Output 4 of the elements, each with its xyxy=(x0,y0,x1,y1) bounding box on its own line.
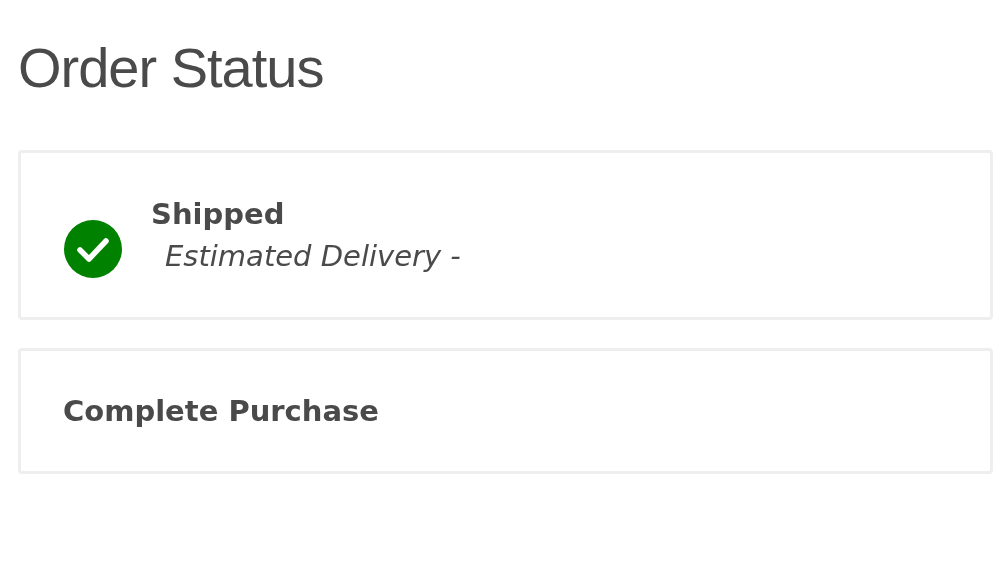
step-label: Complete Purchase xyxy=(63,394,379,428)
page-title: Order Status xyxy=(18,35,325,101)
step-label: Shipped xyxy=(151,197,286,231)
delivery-estimate: Estimated Delivery - xyxy=(164,239,461,273)
